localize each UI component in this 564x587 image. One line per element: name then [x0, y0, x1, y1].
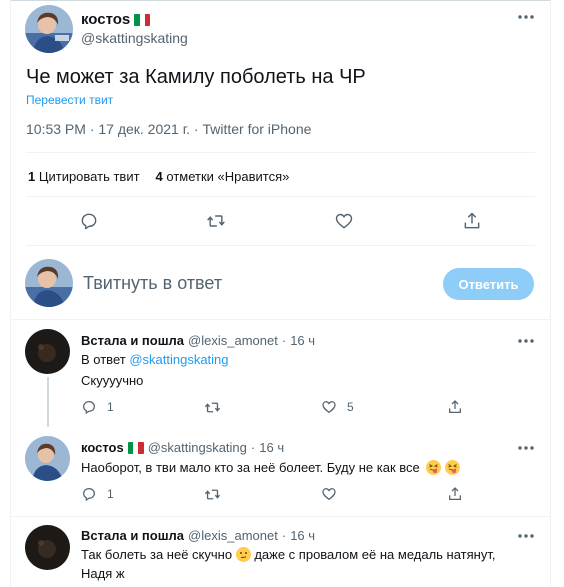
reply-to-handle[interactable]: @skattingskating: [129, 352, 228, 367]
tweet-stats: 1 Цитировать твит 4 отметки «Нравится»: [28, 169, 289, 184]
squinting-tongue-emoji: [444, 460, 460, 475]
italy-flag-icon: [134, 13, 151, 26]
author-name[interactable]: костоs: [81, 440, 124, 455]
translate-link[interactable]: Перевести твит: [26, 93, 113, 107]
share-action[interactable]: [447, 486, 463, 502]
like-action[interactable]: [321, 486, 337, 502]
reply-action[interactable]: 1: [81, 486, 114, 502]
like-stat[interactable]: 4 отметки «Нравится»: [156, 169, 290, 184]
divider: [11, 516, 550, 517]
reply-icon: [83, 401, 95, 415]
tweet-actions: [11, 206, 550, 238]
reply-count: 1: [107, 487, 114, 501]
more-icon[interactable]: [516, 528, 536, 544]
reply-text-line: Надя ж: [81, 566, 125, 581]
reply-text-part: даже с провалом её на медаль натянут,: [254, 547, 496, 562]
retweet-icon[interactable]: [201, 206, 231, 236]
reply-count: 1: [107, 400, 114, 414]
separator-dot: ·: [250, 440, 256, 455]
separator-dot: ·: [281, 333, 287, 348]
more-icon[interactable]: [516, 9, 536, 25]
tweet-text: Че может за Камилу поболеть на ЧР: [26, 66, 366, 88]
italy-flag-icon: [127, 441, 144, 454]
more-icon[interactable]: [516, 333, 536, 349]
like-count: 5: [347, 400, 354, 414]
tweet-thread: костоs @skattingskating Че может за Ками…: [10, 0, 551, 587]
like-icon: [322, 488, 336, 501]
separator-dot: ·: [281, 528, 287, 543]
author-handle[interactable]: @skattingskating: [148, 440, 247, 455]
reply-text-line: Наоборот, в тви мало кто за неё болеет. …: [81, 460, 460, 475]
avatar[interactable]: [25, 436, 70, 481]
reply-action[interactable]: 1: [81, 399, 114, 415]
retweet-action[interactable]: [204, 486, 221, 503]
like-count: 4: [155, 169, 163, 184]
reply-text-line: Так болеть за неё скучно даже с провалом…: [81, 547, 495, 562]
author-name[interactable]: Встала и пошла: [81, 528, 184, 543]
author-name[interactable]: Встала и пошла: [81, 333, 184, 348]
tweet-timestamp[interactable]: 10:53 PM · 17 дек. 2021 г. · Twitter for…: [26, 121, 311, 137]
reply-button[interactable]: Ответить: [443, 268, 534, 300]
quote-stat[interactable]: 1 Цитировать твит: [28, 169, 140, 184]
avatar[interactable]: [25, 5, 73, 53]
author-name-text: костоs: [81, 11, 131, 28]
share-action[interactable]: [447, 399, 463, 415]
squinting-tongue-emoji: [426, 460, 442, 475]
share-icon: [449, 400, 461, 413]
author-handle[interactable]: @lexis_amonet: [188, 333, 278, 348]
more-icon[interactable]: [516, 440, 536, 456]
reply-time[interactable]: 16 ч: [290, 528, 315, 543]
share-icon[interactable]: [457, 206, 487, 236]
reply-text: Скуууучно: [81, 373, 144, 388]
author-name[interactable]: костоs: [81, 11, 151, 28]
reply-time[interactable]: 16 ч: [290, 333, 315, 348]
like-label: отметки «Нравится»: [166, 169, 290, 184]
quote-count: 1: [28, 169, 36, 184]
avatar[interactable]: [25, 525, 70, 570]
reply-to-prefix: В ответ: [81, 352, 126, 367]
reply-header: Встала и пошла @lexis_amonet · 16 ч: [81, 528, 315, 543]
reply-icon[interactable]: [74, 206, 104, 236]
retweet-icon: [204, 489, 221, 500]
divider: [11, 319, 550, 320]
reply-to-line: В ответ @skattingskating: [81, 352, 229, 367]
like-icon[interactable]: [329, 206, 359, 236]
like-icon: [322, 401, 336, 414]
reply-header: Встала и пошла @lexis_amonet · 16 ч: [81, 333, 315, 348]
retweet-icon: [204, 402, 221, 413]
reply-icon: [83, 488, 95, 502]
reply-time[interactable]: 16 ч: [259, 440, 284, 455]
reply-header: костоs @skattingskating · 16 ч: [81, 440, 284, 455]
neutral-face-emoji: [235, 547, 251, 562]
divider: [26, 245, 535, 246]
reply-text-part: Так болеть за неё скучно: [81, 547, 233, 562]
avatar[interactable]: [25, 329, 70, 374]
quote-label: Цитировать твит: [38, 169, 140, 184]
like-action[interactable]: 5: [321, 399, 354, 415]
reply-actions: 1: [11, 486, 550, 506]
divider: [26, 152, 535, 153]
reply-actions: 1 5: [11, 399, 550, 419]
divider: [26, 196, 535, 197]
composer-avatar[interactable]: [25, 259, 73, 307]
top-border: [11, 0, 550, 1]
author-handle[interactable]: @skattingskating: [81, 30, 188, 46]
retweet-action[interactable]: [204, 399, 221, 416]
author-handle[interactable]: @lexis_amonet: [188, 528, 278, 543]
reply-text: Наоборот, в тви мало кто за неё болеет. …: [81, 460, 420, 475]
share-icon: [449, 487, 461, 500]
reply-input[interactable]: Твитнуть в ответ: [83, 273, 222, 294]
